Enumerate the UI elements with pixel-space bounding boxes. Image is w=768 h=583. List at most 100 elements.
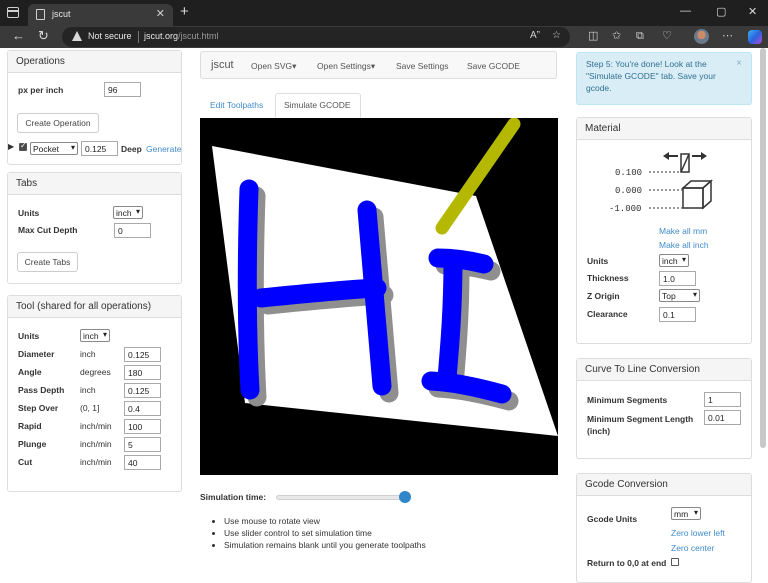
tabs-units-select[interactable]: inch	[113, 206, 143, 219]
panel-title: Tool (shared for all operations)	[8, 296, 181, 318]
material-panel: Material 0.100 0.000 -1.000 Make all mm …	[576, 117, 752, 344]
list-item: Use mouse to rotate view	[224, 515, 426, 527]
tool-param-unit: (0, 1]	[80, 403, 100, 413]
return-to-origin-label: Return to 0,0 at end	[587, 558, 667, 568]
minimize-icon[interactable]: —	[680, 5, 691, 17]
close-window-icon[interactable]: ✕	[748, 5, 757, 18]
gcode-units-label: Gcode Units	[587, 514, 638, 524]
page-scrollbar[interactable]	[760, 48, 766, 448]
slider-thumb[interactable]	[399, 491, 411, 503]
address-bar[interactable]: Not secure jscut.org/jscut.html A” ☆	[62, 27, 570, 47]
step-over-input[interactable]: 0.4	[124, 401, 161, 416]
zero-lower-left-link[interactable]: Zero lower left	[671, 528, 725, 538]
operation-type-select[interactable]: Pocket	[30, 142, 78, 155]
expand-arrow-icon[interactable]: ▶	[8, 142, 14, 151]
curve-conversion-panel: Curve To Line Conversion Minimum Segment…	[576, 358, 752, 459]
profile-avatar[interactable]	[694, 29, 709, 44]
tab-edit-toolpaths[interactable]: Edit Toolpaths	[210, 100, 263, 110]
z-origin-label: Z Origin	[587, 291, 620, 301]
open-settings-menu[interactable]: Open Settings▾	[317, 61, 375, 72]
save-settings-button[interactable]: Save Settings	[396, 61, 448, 71]
plunge-input[interactable]: 5	[124, 437, 161, 452]
panel-title: Curve To Line Conversion	[577, 359, 751, 381]
window-menu-icon[interactable]	[7, 7, 19, 18]
maximize-icon[interactable]: ▢	[716, 5, 726, 18]
gcode-conversion-panel: Gcode Conversion Gcode Units mm Zero low…	[576, 473, 752, 583]
tool-units-select[interactable]: inch	[80, 329, 110, 342]
pass-depth-input[interactable]: 0.125	[124, 383, 161, 398]
operation-depth-input[interactable]: 0.125	[81, 141, 118, 156]
favorite-star-icon[interactable]: ☆	[552, 30, 561, 41]
app-brand[interactable]: jscut	[211, 59, 234, 71]
alert-text: Step 5: You're done! Look at the "Simula…	[586, 59, 716, 93]
browser-essentials-icon[interactable]: ♡	[662, 30, 672, 42]
generate-link[interactable]: Generate	[146, 144, 181, 154]
z-origin-select[interactable]: Top	[659, 289, 700, 302]
favorites-icon[interactable]: ✩	[612, 30, 621, 42]
min-segments-input[interactable]: 1	[704, 392, 741, 407]
px-per-inch-input[interactable]: 96	[104, 82, 141, 97]
diameter-input[interactable]: 0.125	[124, 347, 161, 362]
panel-title: Tabs	[8, 173, 181, 195]
alert-close-icon[interactable]: ×	[736, 58, 742, 70]
operations-panel: Operations px per inch 96 Create Operati…	[7, 50, 182, 165]
diagram-value: -1.000	[609, 204, 641, 214]
make-all-inch-link[interactable]: Make all inch	[659, 240, 709, 250]
browser-tab-jscut[interactable]: jscut ✕	[28, 4, 173, 26]
app-navbar: jscut Open SVG▾ Open Settings▾ Save Sett…	[200, 51, 557, 79]
rapid-input[interactable]: 100	[124, 419, 161, 434]
save-gcode-button[interactable]: Save GCODE	[467, 61, 520, 71]
simulation-time-label: Simulation time:	[200, 492, 267, 502]
simulation-canvas[interactable]	[200, 118, 558, 475]
make-all-mm-link[interactable]: Make all mm	[659, 226, 707, 236]
cut-input[interactable]: 40	[124, 455, 161, 470]
min-segment-length-input[interactable]: 0.01	[704, 410, 741, 425]
list-item: Simulation remains blank until you gener…	[224, 539, 426, 551]
create-tabs-button[interactable]: Create Tabs	[17, 252, 78, 272]
page-content: Operations px per inch 96 Create Operati…	[0, 48, 768, 583]
tabs-panel: Tabs Units inch Max Cut Depth 0 Create T…	[7, 172, 182, 284]
tabs-units-label: Units	[18, 208, 40, 218]
gcode-units-select[interactable]: mm	[671, 507, 701, 520]
back-arrow-icon[interactable]: ←	[12, 29, 25, 43]
security-label[interactable]: Not secure	[88, 31, 132, 41]
tool-param-unit: inch	[80, 349, 96, 359]
collections-icon[interactable]: ⧉	[636, 30, 644, 42]
reload-icon[interactable]: ↻	[38, 29, 49, 43]
simulation-viewport[interactable]	[200, 118, 558, 475]
min-segments-label: Minimum Segments	[587, 395, 668, 405]
material-diagram: 0.100 0.000 -1.000	[609, 152, 713, 214]
tool-units-label: Units	[18, 331, 40, 341]
open-svg-menu[interactable]: Open SVG▾	[251, 61, 296, 72]
thickness-input[interactable]: 1.0	[659, 271, 696, 286]
diagram-value: 0.100	[615, 168, 642, 178]
angle-input[interactable]: 180	[124, 365, 161, 380]
min-segment-length-label: Minimum Segment Length (inch)	[587, 414, 694, 436]
simulation-time-slider[interactable]	[276, 495, 407, 500]
copilot-icon[interactable]	[748, 30, 762, 44]
tab-close-icon[interactable]: ✕	[156, 7, 165, 20]
material-units-select[interactable]: inch	[659, 254, 689, 267]
clearance-input[interactable]: 0.1	[659, 307, 696, 322]
panel-title: Gcode Conversion	[577, 474, 751, 496]
tool-panel: Tool (shared for all operations) Units i…	[7, 295, 182, 492]
new-tab-button[interactable]: +	[180, 3, 189, 20]
create-operation-button[interactable]: Create Operation	[17, 113, 99, 133]
read-aloud-icon[interactable]: A”	[530, 30, 540, 41]
zero-center-link[interactable]: Zero center	[671, 543, 714, 553]
tab-title: jscut	[52, 9, 71, 19]
url-text[interactable]: jscut.org/jscut.html	[144, 31, 219, 41]
tab-simulate-gcode[interactable]: Simulate GCODE	[275, 93, 361, 118]
return-to-origin-checkbox[interactable]	[671, 558, 679, 566]
thickness-label: Thickness	[587, 273, 629, 283]
page-icon	[36, 9, 45, 20]
panel-title: Operations	[8, 51, 181, 73]
operation-enabled-checkbox[interactable]	[19, 141, 27, 151]
more-options-icon[interactable]: ⋯	[722, 30, 733, 42]
tool-param-label: Cut	[18, 457, 33, 467]
px-per-inch-label: px per inch	[18, 85, 64, 95]
tool-param-label: Angle	[18, 367, 42, 377]
tool-param-unit: inch/min	[80, 421, 112, 431]
max-cut-depth-input[interactable]: 0	[114, 223, 151, 238]
split-screen-icon[interactable]: ◫	[588, 30, 598, 42]
